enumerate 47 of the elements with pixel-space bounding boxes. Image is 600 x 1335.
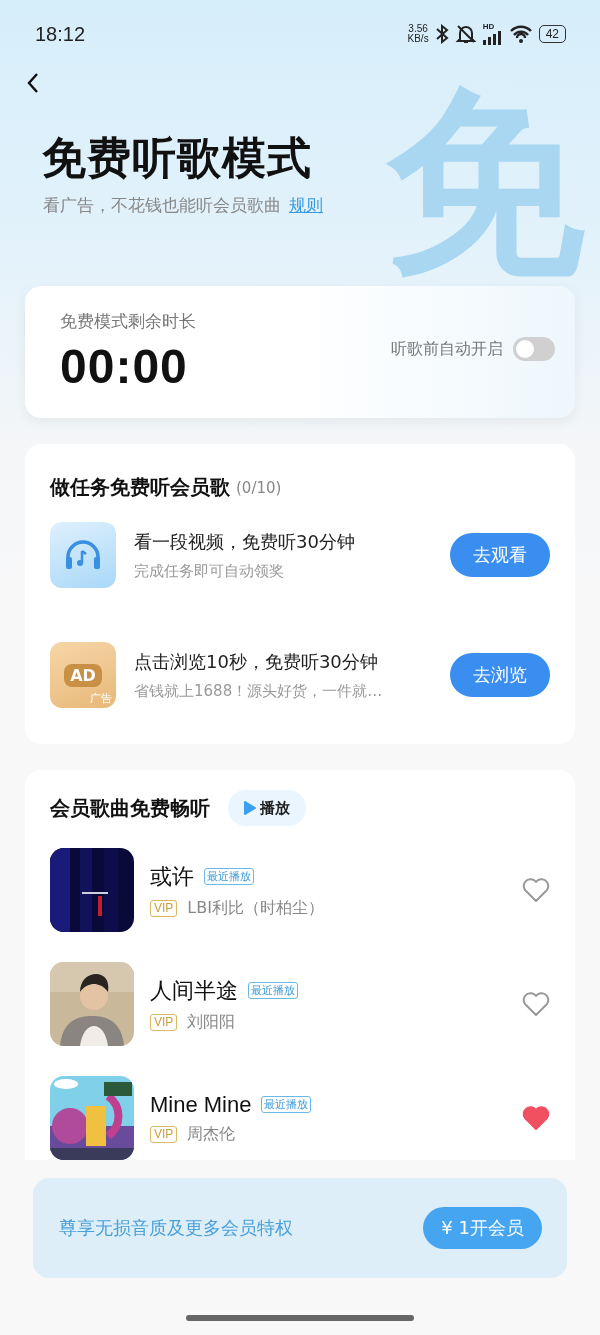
signal-label: HD — [482, 23, 495, 31]
battery-indicator: 42 — [538, 25, 566, 43]
song-artist: 刘阳阳 — [187, 1011, 236, 1033]
auto-start-toggle[interactable] — [513, 337, 555, 361]
status-time: 18:12 — [35, 22, 86, 46]
song-artist: LBI利比（时柏尘） — [187, 897, 324, 919]
wifi-icon — [508, 24, 533, 44]
vip-badge: VIP — [150, 1013, 178, 1031]
auto-start-label: 听歌前自动开启 — [391, 338, 503, 360]
remaining-time: 00:00 — [60, 339, 189, 394]
play-icon — [244, 801, 256, 815]
task-button[interactable]: 去观看 — [450, 533, 550, 577]
page-subtitle: 看广告，不花钱也能听会员歌曲 — [43, 194, 281, 217]
ad-label: 广告 — [90, 691, 112, 706]
bluetooth-icon — [434, 24, 449, 44]
task-title: 点击浏览10秒，免费听30分钟 — [134, 649, 379, 674]
join-vip-button[interactable]: ¥ 1开会员 — [423, 1207, 542, 1249]
recent-tag: 最近播放 — [248, 982, 298, 999]
signal-icon — [482, 31, 503, 45]
task-button[interactable]: 去浏览 — [450, 653, 550, 697]
section-title: 做任务免费听会员歌 — [50, 474, 230, 501]
vip-badge: VIP — [150, 1125, 178, 1143]
song-title: Mine Mine — [150, 1091, 252, 1118]
task-subtitle: 省钱就上1688！源头好货，一件就… — [134, 681, 384, 701]
tv-icon: AD — [64, 663, 102, 687]
section-title: 会员歌曲免费畅听 — [50, 794, 210, 822]
recent-tag: 最近播放 — [204, 868, 254, 885]
timer-label: 免费模式剩余时长 — [60, 310, 196, 333]
recent-tag: 最近播放 — [261, 1096, 312, 1113]
background-glyph: 免 — [385, 83, 585, 283]
task-subtitle: 完成任务即可自动领奖 — [134, 561, 285, 581]
song-title: 或许 — [150, 862, 194, 891]
back-icon — [26, 72, 40, 94]
rules-link[interactable]: 规则 — [289, 194, 323, 217]
song-title: 人间半途 — [150, 976, 238, 1005]
heart-icon[interactable] — [522, 877, 550, 903]
vip-promo-text: 尊享无损音质及更多会员特权 — [59, 1216, 293, 1240]
play-button[interactable]: 播放 — [228, 790, 306, 826]
vip-badge: VIP — [150, 899, 178, 917]
network-speed-unit: KB/s — [407, 34, 429, 44]
heart-icon[interactable] — [522, 1105, 550, 1131]
task-title: 看一段视频，免费听30分钟 — [134, 529, 356, 554]
network-speed: 3.56 — [408, 24, 428, 34]
song-artist: 周杰伦 — [187, 1123, 236, 1145]
heart-icon[interactable] — [522, 991, 550, 1017]
muted-bell-icon — [454, 23, 477, 45]
page-title: 免费听歌模式 — [42, 132, 313, 184]
